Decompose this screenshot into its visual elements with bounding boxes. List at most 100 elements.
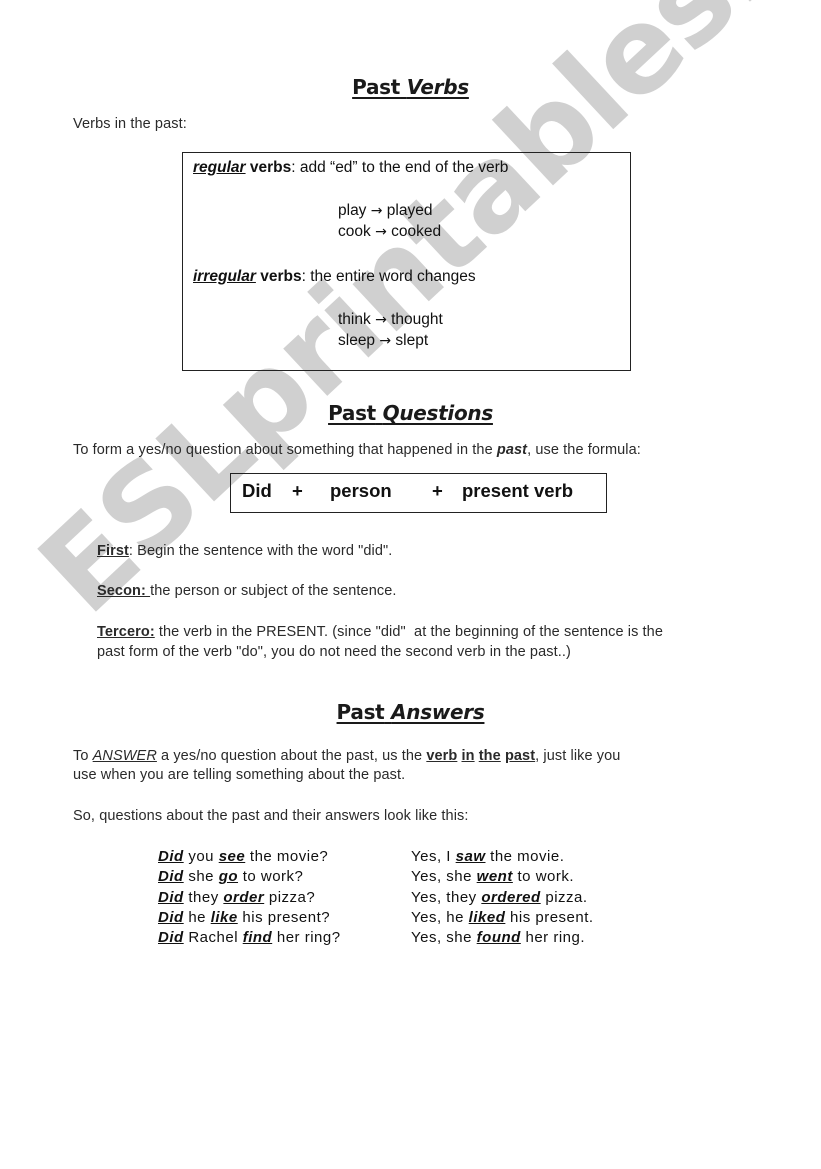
question-text: to work?	[238, 868, 304, 886]
emph-word: the	[478, 748, 501, 764]
formula-plus: +	[292, 480, 303, 501]
answer-example: Yes, they ordered pizza.	[411, 889, 588, 906]
question-text: her ring?	[272, 929, 341, 947]
intro-text: To form a yes/no question about somethin…	[73, 442, 497, 458]
formula-part-did: Did	[242, 480, 272, 501]
arrow-right-icon: →	[375, 312, 387, 328]
question-example: Did they order pizza?	[158, 889, 315, 906]
past-verb: found	[476, 929, 521, 947]
did-word: Did	[158, 888, 184, 906]
question-text: the movie?	[245, 848, 329, 865]
emph-word: past	[504, 748, 536, 764]
verb-base: think	[338, 311, 371, 328]
past-verb: liked	[468, 908, 506, 926]
title-plain: Past	[328, 401, 376, 425]
question-text: he	[183, 908, 211, 926]
regular-rule: regular verbs: add “ed” to the end of th…	[193, 159, 508, 177]
question-text: Rachel	[183, 929, 243, 947]
title-italic: Questions	[382, 401, 494, 425]
worksheet-content: Past Verbs Verbs in the past: regular ve…	[0, 0, 821, 1169]
regular-example: play → played	[338, 202, 432, 220]
question-example: Did he like his present?	[158, 909, 330, 926]
answer-example: Yes, she found her ring.	[411, 929, 585, 946]
verb-base: play	[338, 202, 367, 219]
para-text: a yes/no question about the past, us the	[156, 748, 427, 764]
intro-emphasis: past	[496, 442, 528, 458]
step-third: Tercero: the verb in the PRESENT. (since…	[97, 624, 663, 640]
verb-past: cooked	[391, 223, 442, 240]
step-label: Tercero:	[97, 624, 155, 640]
title-plain: Past	[352, 75, 401, 99]
title-italic: Answers	[391, 700, 485, 724]
intro-text: , use the formula:	[527, 442, 641, 458]
verb-past: played	[386, 202, 433, 219]
regular-label: regular	[193, 159, 246, 176]
answer-text: the movie.	[485, 848, 565, 865]
arrow-right-icon: →	[379, 333, 392, 349]
regular-rule-text: : add “ed” to the end of the verb	[291, 159, 509, 176]
verb-past: slept	[395, 332, 429, 349]
past-verb: ordered	[481, 888, 541, 906]
answer-text: his present.	[505, 908, 594, 926]
regular-verbs-word: verbs	[249, 159, 292, 176]
did-word: Did	[158, 848, 184, 865]
present-verb: find	[242, 929, 273, 947]
step-third-continued: past form of the verb "do", you do not n…	[97, 644, 571, 660]
answer-text: Yes, she	[411, 868, 477, 886]
emph-word: verb	[426, 748, 458, 764]
answer-text: Yes, she	[411, 929, 477, 947]
answer-text: Yes, they	[411, 888, 482, 906]
answer-example: Yes, she went to work.	[411, 868, 574, 885]
para-text: To	[73, 748, 93, 764]
step-label: Secon:	[97, 583, 151, 599]
irregular-label: irregular	[193, 268, 256, 285]
answer-text: her ring.	[520, 929, 586, 947]
present-verb: go	[218, 868, 239, 886]
did-word: Did	[158, 929, 184, 947]
did-word: Did	[158, 908, 184, 926]
title-past-verbs: Past Verbs	[0, 75, 821, 99]
past-verb: saw	[455, 848, 486, 865]
irregular-example: think → thought	[338, 311, 443, 329]
present-verb: like	[210, 908, 238, 926]
arrow-right-icon: →	[370, 203, 383, 219]
question-text: pizza?	[264, 888, 316, 906]
answer-text: Yes, I	[411, 848, 456, 865]
answer-text: to work.	[512, 868, 575, 886]
formula-part-person: person	[330, 480, 392, 501]
question-text: his present?	[237, 908, 331, 926]
regular-example: cook → cooked	[338, 223, 441, 241]
answers-para1-line2: use when you are telling something about…	[73, 767, 406, 783]
formula-plus: +	[432, 480, 443, 501]
irregular-rule: irregular verbs: the entire word changes	[193, 268, 476, 286]
title-italic: Verbs	[406, 75, 469, 99]
answer-text: pizza.	[540, 888, 588, 906]
irregular-rule-text: : the entire word changes	[301, 268, 476, 285]
question-example: Did she go to work?	[158, 868, 303, 885]
emph-word: in	[461, 748, 475, 764]
verbs-intro: Verbs in the past:	[73, 116, 187, 132]
did-word: Did	[158, 868, 184, 886]
question-text: they	[183, 888, 224, 906]
step-label: First	[97, 543, 129, 559]
question-text: you	[183, 848, 219, 865]
question-example: Did Rachel find her ring?	[158, 929, 341, 946]
answer-example: Yes, I saw the movie.	[411, 848, 564, 865]
irregular-example: sleep → slept	[338, 332, 428, 350]
step-second: Secon: the person or subject of the sent…	[97, 583, 397, 599]
answer-example: Yes, he liked his present.	[411, 909, 594, 926]
question-text: she	[183, 868, 219, 886]
answer-emphasis: ANSWER	[92, 748, 157, 764]
formula-part-present-verb: present verb	[462, 480, 574, 501]
answers-para1-line1: To ANSWER a yes/no question about the pa…	[73, 748, 620, 764]
answers-para2: So, questions about the past and their a…	[73, 808, 469, 824]
step-first: First: Begin the sentence with the word …	[97, 543, 392, 559]
step-text: the verb in the PRESENT. (since "did" at…	[154, 624, 664, 640]
verb-past: thought	[391, 311, 443, 328]
present-verb: order	[223, 888, 265, 906]
para-text: , just like you	[535, 748, 621, 764]
title-past-questions: Past Questions	[0, 401, 821, 425]
worksheet-page: ESLprintables.com Past Verbs Verbs in th…	[0, 0, 821, 1169]
title-past-answers: Past Answers	[0, 700, 821, 724]
irregular-verbs-word: verbs	[260, 268, 302, 285]
